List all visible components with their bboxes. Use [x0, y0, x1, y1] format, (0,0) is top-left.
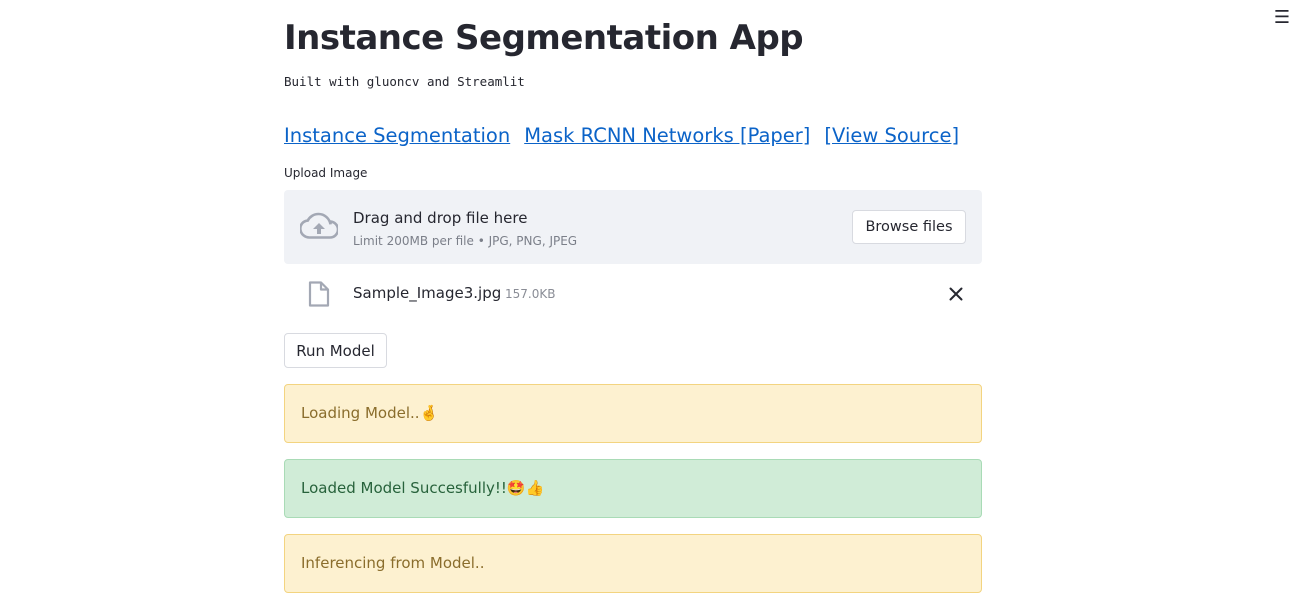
- link-instance-segmentation[interactable]: Instance Segmentation: [284, 124, 510, 147]
- alert-loading-model: Loading Model..🤞: [284, 384, 982, 443]
- dropzone-instructions: Drag and drop file here: [353, 209, 528, 227]
- uploaded-file-row: Sample_Image3.jpg 157.0KB: [284, 274, 982, 314]
- alert-inferencing: Inferencing from Model..: [284, 534, 982, 593]
- link-mask-rcnn-paper[interactable]: Mask RCNN Networks [Paper]: [524, 124, 810, 147]
- page-title: Instance Segmentation App: [284, 18, 804, 58]
- uploaded-file-size: 157.0KB: [505, 287, 556, 301]
- link-bar: Instance Segmentation Mask RCNN Networks …: [284, 124, 959, 147]
- alert-model-loaded: Loaded Model Succesfully!!🤩👍: [284, 459, 982, 518]
- uploaded-file-name: Sample_Image3.jpg: [353, 284, 502, 302]
- dropzone-limit-text: Limit 200MB per file • JPG, PNG, JPEG: [353, 234, 578, 248]
- browse-files-button[interactable]: Browse files: [852, 210, 966, 244]
- page-subtitle: Built with gluoncv and Streamlit: [284, 74, 525, 89]
- hamburger-menu-icon[interactable]: ☰: [1272, 8, 1292, 28]
- upload-label: Upload Image: [284, 166, 368, 180]
- link-view-source[interactable]: [View Source]: [824, 124, 959, 147]
- run-model-button[interactable]: Run Model: [284, 333, 387, 368]
- file-icon: [308, 281, 330, 307]
- close-icon[interactable]: [946, 284, 966, 304]
- file-dropzone[interactable]: Drag and drop file here Limit 200MB per …: [284, 190, 982, 264]
- cloud-upload-icon: [300, 212, 338, 239]
